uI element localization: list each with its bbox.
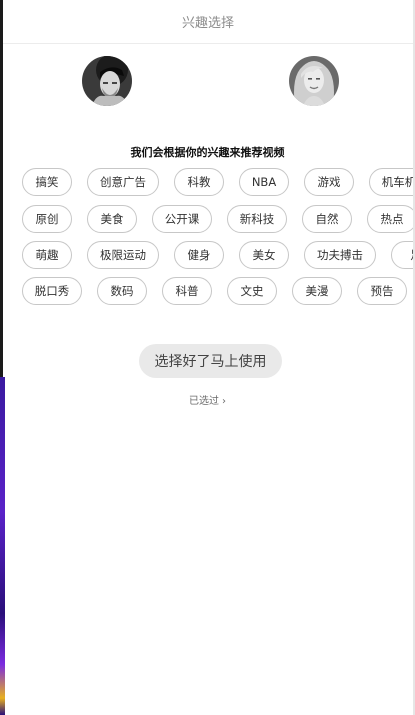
interest-tag[interactable]: 搞笑 [22, 168, 72, 196]
interest-tag[interactable]: 萌趣 [22, 241, 72, 269]
chevron-right-icon: › [222, 396, 226, 407]
interest-tag[interactable]: 科普 [162, 277, 212, 305]
interest-tag[interactable]: 科教 [174, 168, 224, 196]
interest-tag[interactable]: 脱口秀 [22, 277, 82, 305]
avatar-woman-icon[interactable] [289, 56, 339, 106]
interest-tag[interactable]: 公开课 [152, 205, 212, 233]
interest-tag[interactable]: 游戏 [304, 168, 354, 196]
avatar-man-icon[interactable] [82, 56, 132, 106]
interest-tag[interactable]: 足 [391, 241, 413, 269]
interest-tag[interactable]: 美食 [87, 205, 137, 233]
skip-link[interactable]: 已选过 › [0, 392, 415, 407]
interest-tag[interactable]: 机车机 [369, 168, 413, 196]
interest-tag[interactable]: 新科技 [227, 205, 287, 233]
interest-tag[interactable]: 原创 [22, 205, 72, 233]
interest-tag[interactable]: 美漫 [292, 277, 342, 305]
interest-tag-grid: 搞笑 创意广告 科教 NBA 游戏 机车机 原创 美食 公开课 新科技 自然 热… [0, 168, 413, 318]
interest-tag[interactable]: 创意广告 [87, 168, 159, 196]
tag-row: 搞笑 创意广告 科教 NBA 游戏 机车机 [22, 168, 413, 198]
interest-tag[interactable]: 文史 [227, 277, 277, 305]
header-bar: 兴趣选择 [3, 0, 413, 44]
interest-tag[interactable]: 数码 [97, 277, 147, 305]
interest-tag[interactable]: 极限运动 [87, 241, 159, 269]
confirm-selection-button[interactable]: 选择好了马上使用 [139, 344, 282, 378]
tag-row: 原创 美食 公开课 新科技 自然 热点 [22, 205, 413, 235]
interest-tag[interactable]: NBA [239, 168, 289, 196]
interest-tag[interactable]: 功夫搏击 [304, 241, 376, 269]
interest-tag[interactable]: 健身 [174, 241, 224, 269]
skip-label: 已选过 [189, 396, 219, 407]
tag-row: 萌趣 极限运动 健身 美女 功夫搏击 足 [22, 241, 413, 271]
interest-tag[interactable]: 自然 [302, 205, 352, 233]
background-strip [0, 377, 5, 715]
interest-tag[interactable]: 热点 [367, 205, 413, 233]
interest-tag[interactable]: 美女 [239, 241, 289, 269]
tag-row: 脱口秀 数码 科普 文史 美漫 预告 [22, 277, 407, 307]
recommendation-subtitle: 我们会根据你的兴趣来推荐视频 [130, 146, 285, 159]
page-title: 兴趣选择 [181, 16, 234, 31]
interest-tag[interactable]: 预告 [357, 277, 407, 305]
